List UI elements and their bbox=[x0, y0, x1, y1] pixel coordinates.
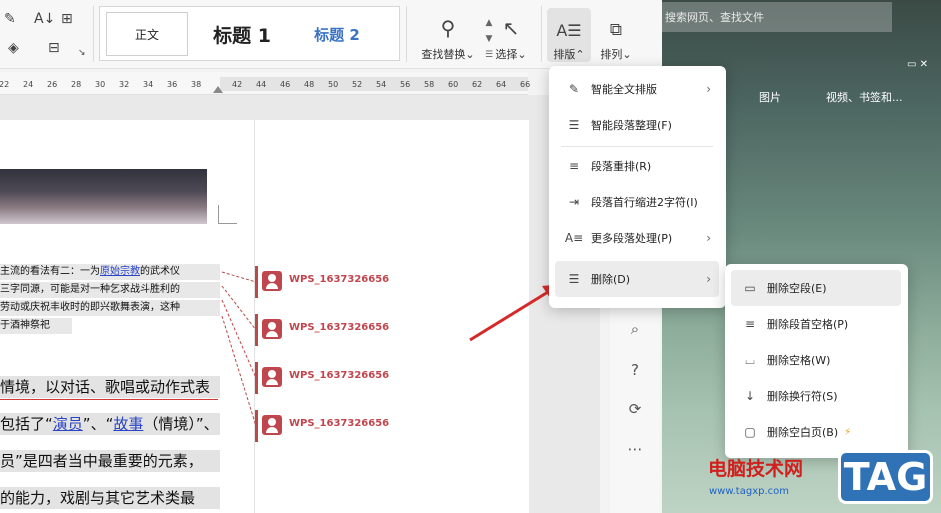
typeset-dropdown-menu: ✎ 智能全文排版 › ☰ 智能段落整理(F) ≡ 段落重排(R) ⇥ 段落首行缩进2字符(… bbox=[549, 66, 726, 308]
more-paragraph-icon: A≡ bbox=[564, 231, 584, 245]
delete-empty-paragraph-icon: ▭ bbox=[744, 281, 756, 295]
delete-lines-icon: ☰ bbox=[568, 272, 580, 286]
watermark-tag-logo: TAG bbox=[838, 450, 933, 504]
delete-leading-space-icon: ≡ bbox=[744, 317, 756, 331]
premium-badge-icon: ⚡ bbox=[844, 426, 852, 438]
comment-card[interactable]: WPS_1637326656 bbox=[255, 314, 408, 346]
search-placeholder: 搜索网页、查找文件 bbox=[665, 11, 764, 24]
menu-separator bbox=[561, 146, 713, 147]
comment-author: WPS_1637326656 bbox=[289, 370, 390, 381]
window-controls-icon[interactable]: ▭ ✕ bbox=[907, 59, 928, 70]
connector-line bbox=[221, 315, 257, 427]
menu-item-delete-empty-paragraph[interactable]: ▭ 删除空段(E) bbox=[731, 270, 901, 306]
menu-item-paragraph-reflow[interactable]: ≡ 段落重排(R) bbox=[555, 148, 719, 184]
delete-submenu: ▭ 删除空段(E) ≡ 删除段首空格(P) ⌴ 删除空格(W) ↓ 删除换行符(S) ▢… bbox=[725, 264, 908, 458]
chevron-right-icon: › bbox=[706, 231, 711, 245]
comment-card[interactable]: WPS_1637326656 bbox=[255, 362, 408, 394]
browser-tab-video-bookmarks[interactable]: 视频、书签和... bbox=[826, 89, 903, 105]
help-icon[interactable]: ? bbox=[624, 359, 646, 381]
watermark-site-name: 电脑技术网 bbox=[708, 458, 804, 480]
indent-icon: ⇥ bbox=[568, 195, 580, 209]
delete-line-break-icon: ↓ bbox=[744, 389, 756, 403]
comment-author: WPS_1637326656 bbox=[289, 274, 390, 285]
connector-line bbox=[221, 299, 257, 379]
paragraph-clean-icon: ☰ bbox=[568, 118, 580, 132]
comment-card[interactable]: WPS_1637326656 bbox=[255, 410, 408, 442]
chevron-right-icon: › bbox=[706, 82, 711, 96]
connector-line bbox=[221, 285, 257, 331]
menu-item-paragraph-clean[interactable]: ☰ 智能段落整理(F) bbox=[555, 107, 719, 143]
watermark-url: www.tagxp.com bbox=[709, 486, 789, 497]
menu-item-more-paragraph[interactable]: A≡ 更多段落处理(P) › bbox=[555, 220, 719, 256]
delete-space-icon: ⌴ bbox=[745, 352, 755, 367]
paragraph-reflow-icon: ≡ bbox=[568, 159, 580, 173]
menu-item-delete-line-break[interactable]: ↓ 删除换行符(S) bbox=[731, 378, 901, 414]
menu-item-delete[interactable]: ☰ 删除(D) › bbox=[555, 261, 719, 297]
browser-tab-images[interactable]: 图片 bbox=[759, 89, 781, 105]
user-avatar-icon bbox=[262, 415, 282, 435]
more-icon[interactable]: ⋯ bbox=[624, 438, 646, 460]
sync-icon[interactable]: ⟳ bbox=[624, 398, 646, 420]
user-avatar-icon bbox=[262, 271, 282, 291]
menu-item-delete-leading-space[interactable]: ≡ 删除段首空格(P) bbox=[731, 306, 901, 342]
user-avatar-icon bbox=[262, 319, 282, 339]
comment-connectors bbox=[221, 271, 257, 427]
smart-typeset-icon: ✎ bbox=[568, 82, 580, 96]
chevron-right-icon: › bbox=[706, 272, 711, 286]
menu-item-delete-space[interactable]: ⌴ 删除空格(W) bbox=[731, 342, 901, 378]
connector-line bbox=[221, 271, 257, 283]
delete-blank-page-icon: ▢ bbox=[744, 425, 756, 439]
menu-item-first-line-indent[interactable]: ⇥ 段落首行缩进2字符(I) bbox=[555, 184, 719, 220]
comment-author: WPS_1637326656 bbox=[289, 322, 390, 333]
menu-item-delete-blank-page[interactable]: ▢ 删除空白页(B) ⚡ bbox=[731, 414, 901, 450]
book-search-icon[interactable]: ⌕ bbox=[624, 318, 646, 340]
comment-card[interactable]: WPS_1637326656 bbox=[255, 266, 408, 298]
menu-item-smart-typeset[interactable]: ✎ 智能全文排版 › bbox=[555, 71, 719, 107]
comment-author: WPS_1637326656 bbox=[289, 418, 390, 429]
user-avatar-icon bbox=[262, 367, 282, 387]
